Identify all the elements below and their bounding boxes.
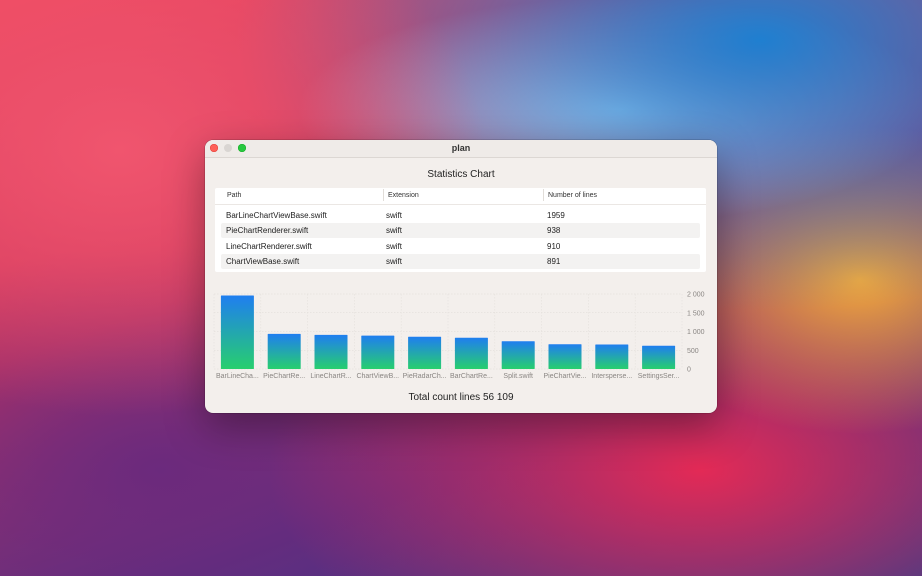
- cell-extension: swift: [386, 242, 402, 251]
- cell-lines: 938: [547, 226, 561, 235]
- x-tick-label: PieChartRe...: [263, 373, 305, 380]
- cell-lines: 891: [547, 257, 561, 266]
- y-tick-label: 500: [687, 348, 699, 355]
- desktop: { "window": { "title": "plan", "heading"…: [0, 0, 922, 576]
- files-table[interactable]: Path Extension Number of lines BarLineCh…: [215, 188, 706, 272]
- x-tick-label: ChartViewB...: [356, 373, 399, 380]
- x-tick-label: SettingsSer...: [638, 373, 680, 380]
- page-title: Statistics Chart: [427, 169, 495, 180]
- x-tick-label: PieRadarCh...: [403, 373, 447, 380]
- bar[interactable]: [220, 295, 254, 369]
- bar[interactable]: [361, 335, 395, 369]
- cell-lines: 1959: [547, 211, 565, 220]
- y-tick-label: 0: [687, 367, 691, 374]
- table-row[interactable]: PieChartRenderer.swift swift 938: [221, 223, 700, 238]
- cell-path: BarLineChartViewBase.swift: [226, 211, 327, 220]
- cell-extension: swift: [386, 211, 402, 220]
- x-tick-label: BarChartRe...: [450, 373, 493, 380]
- table-row[interactable]: ChartViewBase.swift swift 891: [221, 254, 700, 269]
- title-bar[interactable]: plan: [205, 140, 717, 158]
- cell-path: ChartViewBase.swift: [226, 257, 300, 266]
- bar[interactable]: [408, 336, 442, 369]
- x-tick-label: BarLineCha...: [216, 373, 259, 380]
- cell-path: LineChartRenderer.swift: [226, 242, 312, 251]
- column-header-path[interactable]: Path: [227, 192, 241, 199]
- bar[interactable]: [314, 334, 348, 369]
- bar[interactable]: [267, 333, 301, 369]
- cell-path: PieChartRenderer.swift: [226, 226, 309, 235]
- x-tick-label: Split.swift: [503, 373, 533, 380]
- column-header-extension[interactable]: Extension: [383, 189, 419, 201]
- window-title: plan: [451, 143, 471, 153]
- bar[interactable]: [642, 345, 676, 369]
- table-row[interactable]: LineChartRenderer.swift swift 910: [221, 239, 700, 254]
- x-tick-label: Intersperse...: [591, 373, 632, 380]
- table-header: Path Extension Number of lines: [215, 188, 706, 205]
- column-header-lines[interactable]: Number of lines: [542, 189, 597, 201]
- cell-lines: 910: [547, 242, 561, 251]
- bar[interactable]: [595, 344, 629, 369]
- total-lines-label: Total count lines 56 109: [408, 392, 514, 403]
- x-tick-label: PieChartVie...: [543, 373, 586, 380]
- cell-extension: swift: [386, 257, 402, 266]
- y-tick-label: 2 000: [687, 292, 705, 299]
- bar[interactable]: [548, 344, 582, 369]
- y-tick-label: 1 500: [687, 310, 705, 317]
- table-row[interactable]: BarLineChartViewBase.swift swift 1959: [221, 208, 700, 223]
- y-tick-label: 1 000: [687, 329, 705, 336]
- bar[interactable]: [501, 341, 535, 369]
- bar[interactable]: [454, 337, 488, 369]
- bar-chart: 0 500 1 000 1 500 2 000 BarLineCha... PieChart…: [213, 292, 705, 380]
- x-tick-label: LineChartR...: [310, 373, 351, 380]
- cell-extension: swift: [386, 226, 402, 235]
